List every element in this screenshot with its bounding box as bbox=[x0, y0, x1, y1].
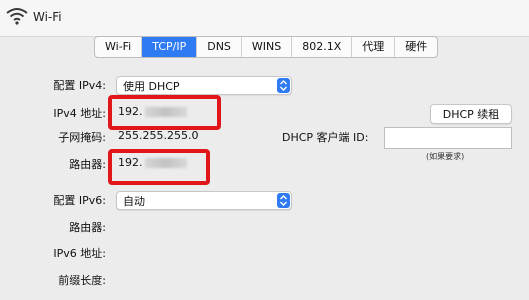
tab-dns[interactable]: DNS bbox=[197, 37, 242, 57]
ipv6-router-label: 路由器: bbox=[69, 221, 106, 234]
tab-wifi[interactable]: Wi-Fi bbox=[95, 37, 143, 57]
ipv4-address-label: IPv4 地址: bbox=[53, 107, 106, 120]
select-arrows-icon bbox=[277, 78, 290, 93]
highlight-box-router bbox=[108, 149, 210, 185]
tab-proxy[interactable]: 代理 bbox=[352, 37, 396, 57]
wifi-icon bbox=[6, 8, 28, 25]
ipv6-address-label: IPv6 地址: bbox=[53, 247, 106, 260]
subnet-mask-value: 255.255.255.0 bbox=[118, 129, 199, 142]
router-label: 路由器: bbox=[69, 158, 106, 171]
configure-ipv6-select[interactable]: 自动 bbox=[116, 191, 292, 210]
window-title: Wi-Fi bbox=[33, 10, 62, 24]
tab-tcpip[interactable]: TCP/IP bbox=[142, 37, 198, 57]
configure-ipv4-value: 使用 DHCP bbox=[123, 80, 180, 93]
configure-ipv4-label: 配置 IPv4: bbox=[53, 79, 106, 92]
tab-wins[interactable]: WINS bbox=[242, 37, 293, 57]
configure-ipv6-label: 配置 IPv6: bbox=[53, 194, 106, 207]
configure-ipv6-value: 自动 bbox=[123, 195, 145, 208]
tab-8021x[interactable]: 802.1X bbox=[292, 37, 353, 57]
dhcp-renew-button[interactable]: DHCP 续租 bbox=[430, 104, 512, 124]
dhcp-client-id-label: DHCP 客户端 ID: bbox=[282, 131, 369, 144]
select-arrows-icon bbox=[277, 193, 290, 208]
tab-bar: Wi-Fi TCP/IP DNS WINS 802.1X 代理 硬件 bbox=[94, 36, 439, 58]
dhcp-client-id-hint: (如果要求) bbox=[426, 152, 465, 161]
subnet-mask-label: 子网掩码: bbox=[58, 131, 106, 144]
window-titlebar: Wi-Fi bbox=[0, 0, 529, 37]
prefix-length-label: 前缀长度: bbox=[58, 274, 106, 287]
dhcp-client-id-field[interactable] bbox=[384, 127, 512, 149]
tab-hardware[interactable]: 硬件 bbox=[395, 37, 437, 57]
highlight-box-ipv4 bbox=[108, 95, 221, 130]
configure-ipv4-select[interactable]: 使用 DHCP bbox=[116, 76, 292, 95]
